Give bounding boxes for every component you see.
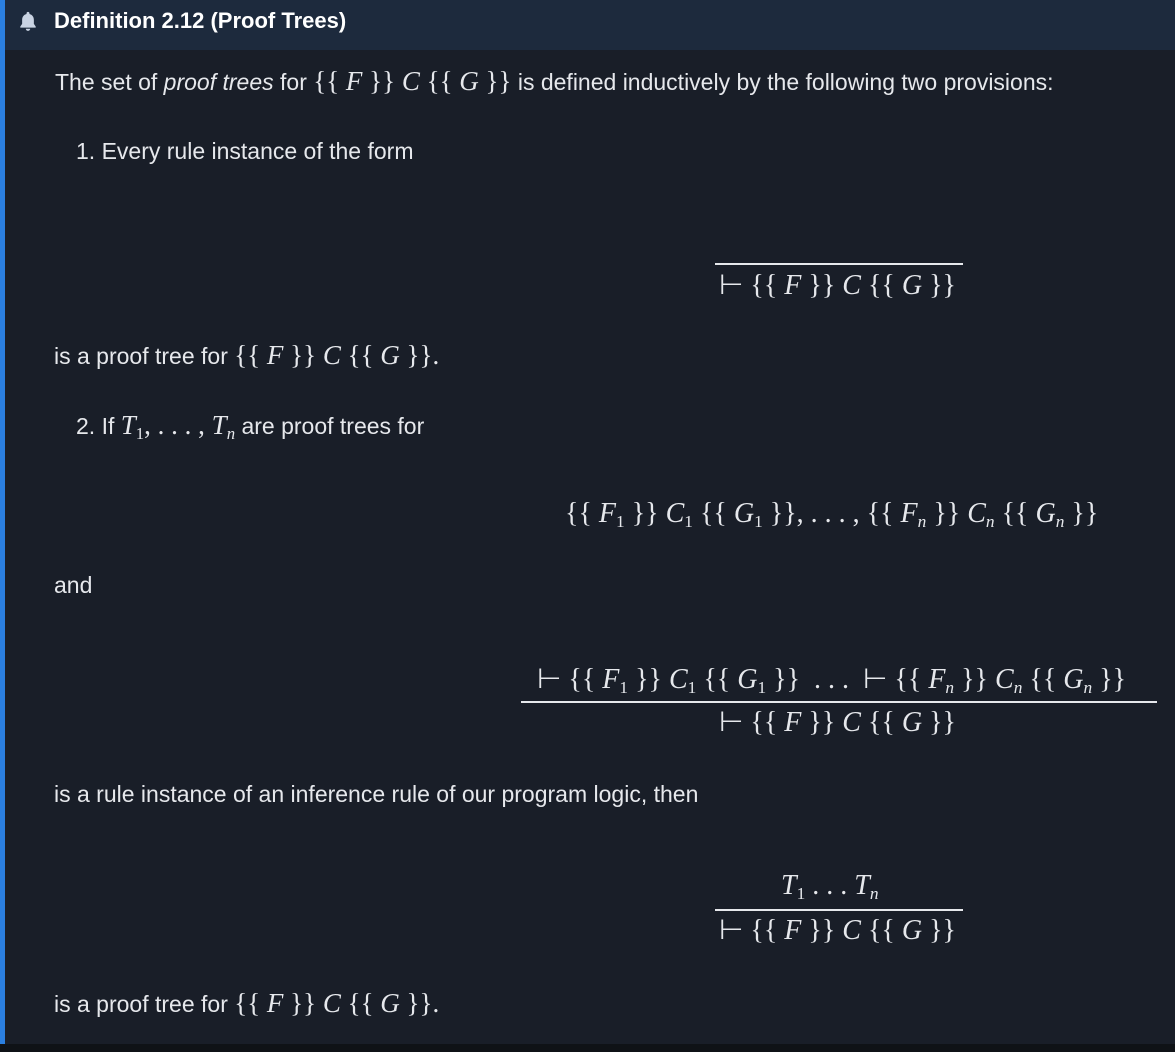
after-rule-text: is a rule instance of an inference rule … — [54, 781, 699, 807]
bell-icon — [20, 11, 36, 31]
inference-rule-line — [521, 701, 1157, 703]
item-1-after: is a proof tree for {{ F }} C {{ G }}. — [54, 340, 440, 370]
and-text: and — [54, 572, 93, 598]
axiom-conclusion: ⊢ {{ F }} C {{ G }} — [719, 270, 956, 301]
definition-callout: Definition 2.12 (Proof Trees) The set of… — [0, 0, 1175, 1044]
item-1-label: 1. Every rule instance of the form — [76, 138, 414, 164]
hypothesis-list: {{ F1 }} C1 {{ G1 }}, . . . , {{ Fn }} C… — [565, 498, 1099, 532]
callout-title: Definition 2.12 (Proof Trees) — [54, 8, 347, 33]
tree-premises: T1 . . . Tn — [781, 870, 879, 904]
item-2-label: 2. If T1, . . . , Tn are proof trees for — [76, 410, 425, 444]
rule-conclusion: ⊢ {{ F }} C {{ G }} — [719, 707, 956, 738]
intro-text: The set of proof trees for {{ F }} C {{ … — [55, 66, 1054, 96]
tree-conclusion: ⊢ {{ F }} C {{ G }} — [719, 915, 956, 946]
callout-header: Definition 2.12 (Proof Trees) — [5, 0, 1175, 50]
axiom-rule-line — [715, 263, 963, 265]
tree-rule-line — [715, 909, 963, 911]
bottom-strip — [0, 1044, 1175, 1052]
rule-premises: ⊢ {{ F1 }} C1 {{ G1 }} . . . ⊢ {{ Fn }} … — [537, 664, 1127, 698]
final-text: is a proof tree for {{ F }} C {{ G }}. — [54, 988, 440, 1018]
